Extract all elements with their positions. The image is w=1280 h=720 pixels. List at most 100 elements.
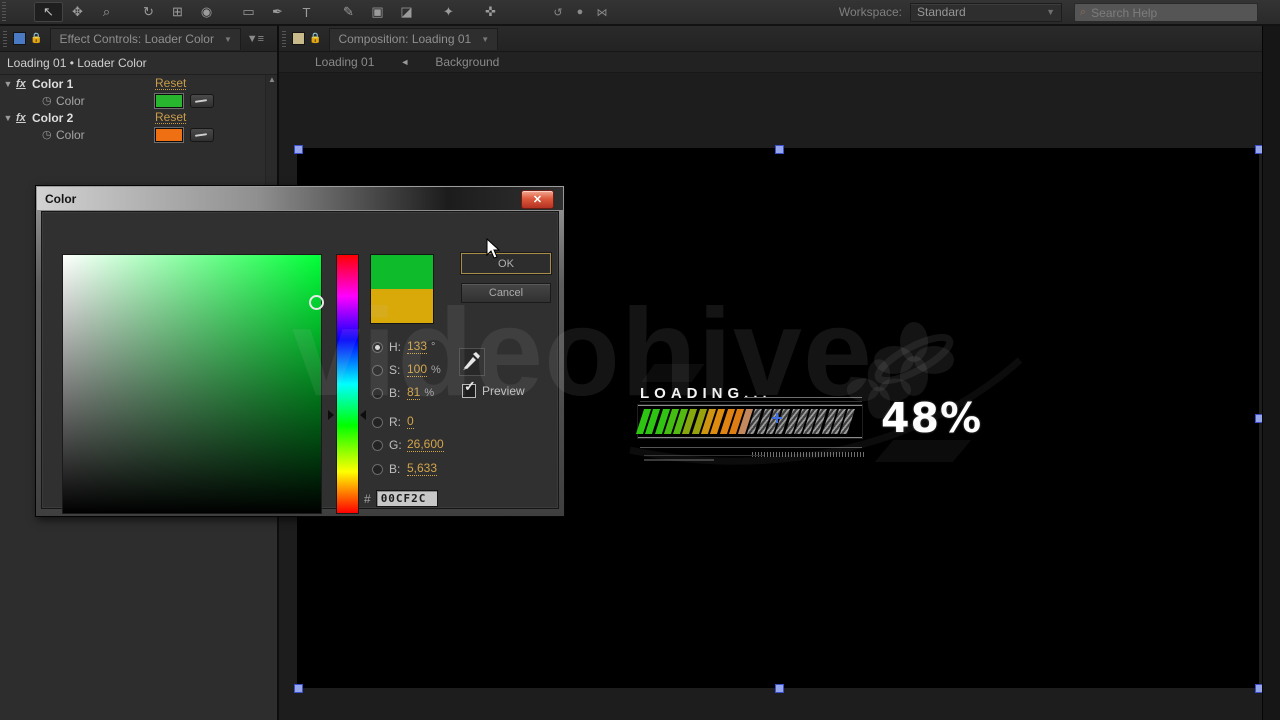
property-label: Color: [56, 127, 85, 142]
lock-icon[interactable]: 🔒: [309, 33, 321, 44]
property-label: Color: [56, 93, 85, 108]
field-value[interactable]: 133: [407, 340, 428, 354]
progress-percent: 48%: [881, 394, 983, 442]
radio-h[interactable]: [372, 341, 383, 353]
cancel-button[interactable]: Cancel: [461, 283, 551, 303]
roto-brush-tool[interactable]: ✦: [434, 2, 463, 22]
radio-r[interactable]: [372, 416, 383, 428]
previous-color-swatch: [371, 289, 433, 323]
preview-label: Preview: [482, 384, 525, 398]
effect-name[interactable]: Color 1: [32, 77, 73, 91]
saturation-brightness-field[interactable]: [62, 254, 324, 514]
breadcrumb-current[interactable]: Loading 01: [315, 55, 374, 69]
stopwatch-icon[interactable]: ◷: [42, 128, 56, 141]
ok-button[interactable]: OK: [461, 253, 551, 274]
property-row[interactable]: ◷ Color: [0, 92, 278, 109]
eyedropper-button[interactable]: [459, 348, 485, 376]
progress-bar: [635, 405, 862, 438]
close-icon[interactable]: ✕: [521, 190, 554, 209]
effect-row[interactable]: ▼ fx Color 2 Reset: [0, 109, 278, 126]
toolbar-tools: ↖ ✥ ⌕ ↻ ⊞ ◉ ▭ ✒ T ✎ ▣ ◪ ✦ ✜ ↺ ● ⋈: [34, 2, 613, 22]
zoom-tool[interactable]: ⌕: [92, 2, 121, 22]
deco-line: [640, 401, 862, 402]
deco-line: [640, 447, 862, 448]
reset-link[interactable]: Reset: [155, 111, 187, 124]
color-swatch[interactable]: [154, 92, 184, 109]
expand-caret-icon[interactable]: ▼: [2, 79, 14, 89]
pan-behind-tool[interactable]: ◉: [192, 2, 221, 22]
property-row[interactable]: ◷ Color: [0, 126, 278, 143]
field-value[interactable]: 5,633: [407, 462, 438, 476]
axis-mode-view[interactable]: ⋈: [591, 2, 613, 22]
radio-s[interactable]: [372, 364, 383, 376]
collapsed-panel-strip[interactable]: [1262, 26, 1280, 720]
rotation-tool[interactable]: ↻: [134, 2, 163, 22]
hand-tool[interactable]: ✥: [63, 2, 92, 22]
tab-composition[interactable]: Composition: Loading 01 ▼: [329, 27, 499, 50]
field-unit: %: [424, 387, 435, 399]
toolbar-grip[interactable]: [2, 2, 6, 22]
fx-icon: fx: [16, 111, 26, 124]
radio-b2[interactable]: [372, 463, 383, 475]
field-value[interactable]: 81: [407, 386, 421, 400]
scroll-up-icon[interactable]: ▲: [268, 75, 276, 84]
breadcrumb-parent[interactable]: Background: [435, 55, 499, 69]
panel-grip[interactable]: [3, 30, 7, 47]
preview-checkbox[interactable]: ✓ Preview: [462, 378, 525, 398]
stopwatch-icon[interactable]: ◷: [42, 94, 56, 107]
camera-tool[interactable]: ⊞: [163, 2, 192, 22]
selection-handle[interactable]: [775, 684, 784, 693]
eyedropper-icon[interactable]: [190, 127, 214, 142]
hex-input[interactable]: 00CF2C: [375, 490, 438, 507]
axis-mode-world[interactable]: ●: [569, 2, 591, 22]
panel-chip-icon: [292, 32, 305, 45]
type-tool[interactable]: T: [292, 2, 321, 22]
reset-link[interactable]: Reset: [155, 77, 187, 90]
field-value[interactable]: 26,600: [407, 438, 444, 452]
tab-effect-controls[interactable]: Effect Controls: Loader Color ▼: [50, 27, 241, 50]
effect-name[interactable]: Color 2: [32, 111, 73, 125]
lock-icon[interactable]: 🔒: [30, 33, 42, 44]
dialog-body: OK Cancel H: 133 ° S: 100 % B: 81 % R: 0…: [41, 211, 559, 514]
selection-handle[interactable]: [294, 145, 303, 154]
effect-controls-breadcrumb: Loading 01 • Loader Color: [0, 52, 278, 75]
tab-label: Composition: Loading 01: [338, 32, 472, 46]
color-picker-dialog: Color ✕ OK Cancel H: 133 ° S: 100 % B: 8…: [35, 185, 565, 517]
panel-menu-icon[interactable]: ▼≡: [247, 33, 264, 45]
field-value[interactable]: 100: [407, 363, 428, 377]
effect-row[interactable]: ▼ fx Color 1 Reset: [0, 75, 278, 92]
selection-handle[interactable]: [775, 145, 784, 154]
selection-tool[interactable]: ↖: [34, 2, 63, 22]
breadcrumb-arrow-icon: ◄: [400, 57, 410, 67]
eraser-tool[interactable]: ◪: [392, 2, 421, 22]
hue-marker-left[interactable]: [328, 410, 334, 420]
workspace-dropdown[interactable]: Standard ▼: [910, 2, 1062, 22]
deco-ticks: [752, 452, 864, 457]
layer-anchor-point[interactable]: [772, 413, 782, 423]
color-field-cursor[interactable]: [309, 295, 324, 310]
panel-chip-icon: [13, 32, 26, 45]
rectangle-tool[interactable]: ▭: [234, 2, 263, 22]
field-value[interactable]: 0: [407, 415, 414, 429]
chevron-down-icon: ▼: [223, 34, 232, 44]
brush-tool[interactable]: ✎: [334, 2, 363, 22]
selection-handle[interactable]: [294, 684, 303, 693]
pen-tool[interactable]: ✒: [263, 2, 292, 22]
panel-grip[interactable]: [282, 30, 286, 47]
axis-mode-local[interactable]: ↺: [547, 2, 569, 22]
expand-caret-icon[interactable]: ▼: [2, 113, 14, 123]
checkbox-icon[interactable]: ✓: [462, 378, 476, 398]
puppet-pin-tool[interactable]: ✜: [476, 2, 505, 22]
hue-marker-right[interactable]: [360, 410, 366, 420]
deco-line: [644, 455, 764, 456]
field-label: G:: [389, 438, 402, 452]
eyedropper-icon[interactable]: [190, 93, 214, 108]
dialog-titlebar[interactable]: Color ✕: [37, 187, 563, 210]
workspace-label: Workspace:: [838, 5, 902, 19]
search-help-input[interactable]: ⌕ Search Help: [1074, 3, 1258, 22]
color-swatch[interactable]: [154, 126, 184, 143]
hue-slider[interactable]: [336, 254, 359, 514]
radio-b[interactable]: [372, 387, 383, 399]
radio-g[interactable]: [372, 439, 383, 451]
clone-stamp-tool[interactable]: ▣: [363, 2, 392, 22]
